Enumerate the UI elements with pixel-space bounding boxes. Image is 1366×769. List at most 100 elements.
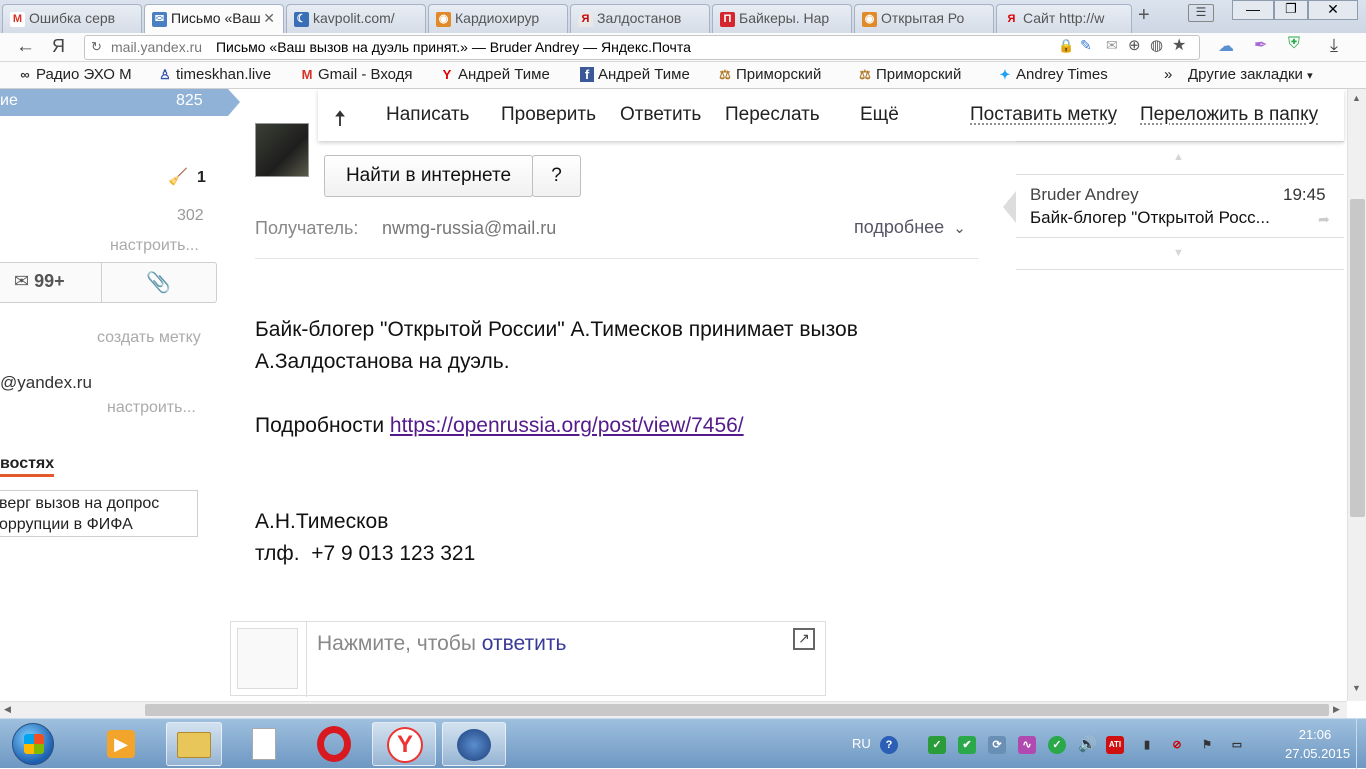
expand-icon[interactable]: ↗ (793, 628, 815, 650)
bookmark-4[interactable]: f Андрей Тиме (580, 66, 706, 83)
show-desktop-button[interactable] (1356, 719, 1366, 769)
other-bookmarks-button[interactable]: Другие закладки ▾ (1188, 66, 1313, 83)
checkmark-icon[interactable]: ✔ (958, 736, 976, 754)
yandex-home-icon[interactable]: Я (52, 36, 65, 57)
start-button[interactable] (12, 723, 54, 765)
star-icon[interactable]: ★ (1172, 35, 1186, 55)
scrollbar-thumb[interactable] (1350, 199, 1365, 517)
clock[interactable]: 21:06 27.05.2015 (1285, 727, 1350, 761)
bookmark-5[interactable]: ⚖ Приморский (718, 66, 844, 83)
flag-icon[interactable]: ⚑ (1198, 736, 1216, 754)
pen-icon[interactable]: ✎ (1080, 37, 1092, 54)
configure-link[interactable]: настроить... (110, 237, 199, 255)
scroll-down-icon[interactable]: ▼ (1352, 683, 1361, 693)
unread-filter-button[interactable]: ✉ 99+ (0, 263, 102, 302)
reply-hint[interactable]: Нажмите, чтобы ответить (317, 632, 566, 656)
bookmark-2[interactable]: M Gmail - Входя (300, 66, 426, 83)
close-icon[interactable]: ✕ (263, 10, 275, 27)
download-icon[interactable]: ⤓ (1330, 35, 1338, 56)
menu-icon[interactable]: ☰ (1188, 4, 1214, 22)
search-web-button[interactable]: Найти в интернете (324, 155, 533, 197)
more-button[interactable]: Ещё (860, 104, 899, 126)
folder-inbox[interactable]: ие 825 (0, 89, 240, 116)
url-input[interactable]: ↻ mail.yandex.ru Письмо «Ваш вызов на ду… (84, 35, 1200, 60)
scroll-left-icon[interactable]: ◀ (4, 704, 11, 715)
taskbar-opera[interactable] (305, 722, 361, 766)
shield-icon[interactable]: ⛨ (1288, 35, 1300, 53)
bookmarks-overflow-button[interactable]: » (1164, 66, 1172, 83)
create-label-link[interactable]: создать метку (97, 329, 201, 347)
help-button[interactable]: ? (532, 155, 581, 197)
security-icon[interactable]: ✓ (1048, 736, 1066, 754)
help-icon[interactable]: ? (880, 736, 898, 754)
bulb-icon[interactable]: ◍ (1150, 36, 1163, 54)
taskbar-app[interactable] (442, 722, 506, 766)
arrow-up-icon[interactable]: 🠅 (334, 102, 346, 140)
tab-2[interactable]: ☾ kavpolit.com/ (286, 4, 426, 33)
vertical-scrollbar[interactable]: ▲ ▼ (1347, 89, 1366, 701)
news-heading[interactable]: востях (0, 455, 55, 477)
tab-7[interactable]: Я Сайт http://w (996, 4, 1132, 33)
taskbar-explorer[interactable] (166, 722, 222, 766)
horizontal-scrollbar[interactable]: ◀ ▶ (0, 701, 1347, 718)
back-icon[interactable]: ← (16, 36, 35, 58)
battery-icon[interactable]: ▮ (1138, 736, 1156, 754)
bookmark-1[interactable]: ♙ timeskhan.live (158, 66, 286, 83)
sync-icon[interactable]: ⟳ (988, 736, 1006, 754)
bookmark-6[interactable]: ⚖ Приморский (858, 66, 984, 83)
broom-icon[interactable]: 🧹 (168, 167, 188, 187)
tab-0[interactable]: M Ошибка серв (2, 4, 142, 33)
move-to-folder-button[interactable]: Переложить в папку (1140, 104, 1318, 126)
feather-icon[interactable]: ✒ (1254, 35, 1267, 55)
new-tab-button[interactable]: + (1138, 4, 1150, 27)
article-link[interactable]: https://openrussia.org/post/view/7456/ (390, 414, 744, 437)
avatar[interactable] (255, 123, 309, 177)
news-item[interactable]: верг вызов на допрос оррупции в ФИФА (0, 490, 198, 537)
details-toggle[interactable]: подробнее ⌄ (854, 217, 966, 238)
mail-icon[interactable]: ✉ (1106, 37, 1118, 54)
scrollbar-thumb[interactable] (145, 704, 1329, 716)
language-indicator[interactable]: RU (852, 736, 871, 751)
cloud-icon[interactable]: ☁ (1218, 36, 1234, 56)
maximize-button[interactable]: ❐ (1274, 0, 1308, 20)
quick-reply-box[interactable]: Нажмите, чтобы ответить ↗ (230, 621, 826, 697)
set-label-button[interactable]: Поставить метку (970, 104, 1117, 126)
chart-icon[interactable]: ∿ (1018, 736, 1036, 754)
scroll-right-icon[interactable]: ▶ (1333, 704, 1340, 715)
taskbar-yandex-browser[interactable]: Y (372, 722, 436, 766)
tab-3[interactable]: ◉ Кардиохирур (428, 4, 568, 33)
network-icon[interactable]: ▭ (1228, 736, 1246, 754)
bookmark-0[interactable]: ∞ Радио ЭХО М (18, 66, 148, 83)
compose-button[interactable]: Написать (386, 104, 469, 126)
reply-button[interactable]: Ответить (620, 104, 701, 126)
lock-icon[interactable]: 🔒 (1058, 38, 1074, 54)
person-icon: ♙ (159, 67, 171, 82)
reload-icon[interactable]: ↻ (91, 39, 102, 55)
recipient-value[interactable]: nwmg-russia@mail.ru (382, 218, 556, 239)
paperclip-icon[interactable]: 📎 (146, 270, 171, 295)
taskbar-media-player[interactable]: ▶ (95, 722, 151, 766)
configure-link[interactable]: настроить... (107, 399, 196, 417)
scroll-up-icon[interactable]: ▲ (1352, 93, 1361, 103)
thread-item[interactable]: Bruder Andrey 19:45 Байк-блогер "Открыто… (1003, 174, 1344, 238)
bookmark-3[interactable]: Y Андрей Тиме (440, 66, 566, 83)
tab-5[interactable]: П Байкеры. Нар (712, 4, 852, 33)
chevron-down-icon: ⌄ (953, 220, 966, 237)
zoom-icon[interactable]: ⊕ (1128, 36, 1141, 54)
bookmark-7[interactable]: ✦ Andrey Times (998, 66, 1126, 83)
tab-1[interactable]: ✉ Письмо «Ваш ✕ (144, 4, 284, 34)
chevron-up-icon[interactable]: ▲ (1173, 151, 1184, 163)
forward-button[interactable]: Переслать (725, 104, 820, 126)
volume-icon[interactable]: 🔊 (1078, 736, 1097, 754)
window-close-button[interactable]: ✕ (1308, 0, 1358, 20)
tray-app-icon[interactable]: ✓ (928, 736, 946, 754)
tab-4[interactable]: Я Залдостанов (570, 4, 710, 33)
check-button[interactable]: Проверить (501, 104, 596, 126)
reply-link[interactable]: ответить (482, 632, 567, 655)
tab-6[interactable]: ◉ Открытая Ро (854, 4, 994, 33)
no-network-icon[interactable]: ⊘ (1168, 736, 1186, 754)
taskbar-notepad[interactable] (236, 722, 292, 766)
chevron-down-icon[interactable]: ▼ (1173, 247, 1184, 259)
minimize-button[interactable]: — (1232, 0, 1274, 20)
ati-icon[interactable]: ATI (1106, 736, 1124, 754)
